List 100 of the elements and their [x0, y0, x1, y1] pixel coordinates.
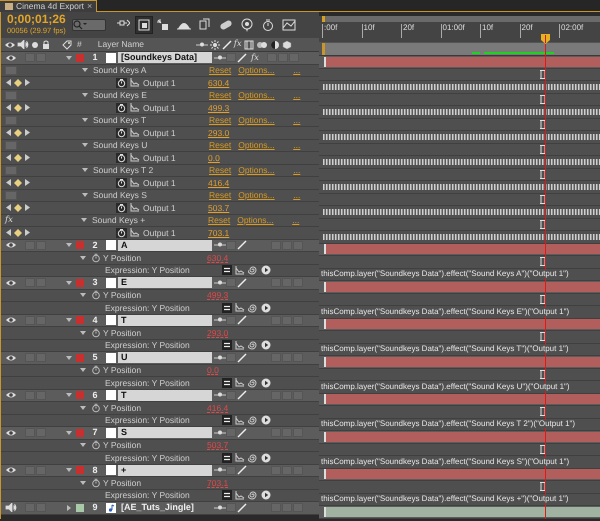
switch-box[interactable] [293, 353, 303, 362]
stopwatch-icon[interactable] [116, 178, 127, 188]
slash-icon[interactable] [237, 240, 247, 250]
switch-box[interactable] [271, 353, 281, 362]
graph-icon[interactable] [235, 453, 245, 462]
property-value[interactable]: 499.3 [208, 104, 230, 112]
switch-box[interactable] [293, 240, 303, 250]
graph-icon[interactable] [130, 78, 140, 88]
eye-icon[interactable] [5, 241, 17, 250]
caret-icon[interactable] [79, 367, 87, 374]
slash-icon[interactable] [222, 40, 232, 50]
switch-box[interactable] [293, 503, 303, 512]
close-icon[interactable]: × [87, 2, 92, 11]
switch-box[interactable] [25, 278, 35, 288]
play-circle-icon[interactable] [261, 340, 271, 350]
search-field[interactable] [72, 19, 106, 31]
spiral-icon[interactable] [248, 415, 258, 426]
reset-link[interactable]: Reset [209, 166, 232, 174]
graph-icon[interactable] [130, 178, 140, 188]
label-color-swatch[interactable] [76, 466, 84, 474]
keyframe-icon[interactable] [14, 178, 22, 187]
caret-icon[interactable] [81, 142, 89, 148]
speaker-icon[interactable] [17, 40, 29, 49]
graph-icon[interactable] [130, 128, 140, 138]
switch-box[interactable] [36, 466, 46, 475]
switch-box[interactable] [282, 316, 292, 325]
switch-box[interactable] [271, 390, 281, 400]
stopwatch-icon[interactable] [116, 78, 127, 88]
switch-box[interactable] [5, 190, 17, 200]
eye-icon[interactable] [4, 40, 16, 48]
switch-box[interactable] [36, 390, 46, 400]
expression-text[interactable]: thisComp.layer("Soundkeys Data").effect("Sound Keys U")("Output 1") [319, 382, 570, 391]
next-keyframe-icon[interactable] [25, 179, 30, 186]
options-link[interactable]: Options... [238, 191, 286, 200]
graph-icon[interactable] [235, 303, 245, 312]
play-circle-icon[interactable] [261, 302, 271, 313]
switch-box[interactable] [282, 390, 292, 400]
previous-keyframe-icon[interactable] [6, 179, 11, 186]
layer-name[interactable]: E [118, 277, 212, 288]
layer-name[interactable]: T [118, 314, 212, 326]
expression-enable-icon[interactable] [222, 452, 232, 463]
expression-text[interactable]: thisComp.layer("Soundkeys Data").effect("Sound Keys +")("Output 1") [319, 495, 568, 504]
layer-name[interactable]: + [118, 464, 212, 476]
caret-icon[interactable] [65, 354, 73, 361]
switch-box[interactable] [271, 503, 281, 512]
switch-box[interactable] [226, 278, 236, 288]
property-value[interactable]: 0.0 [207, 366, 219, 374]
layer-duration-bar[interactable] [324, 506, 600, 517]
reset-link[interactable]: Reset [209, 141, 232, 150]
caret-icon[interactable] [65, 317, 73, 324]
switch-box[interactable] [271, 278, 281, 288]
switch-box[interactable] [293, 428, 303, 438]
lock-icon[interactable] [42, 40, 50, 49]
play-circle-icon[interactable] [261, 452, 271, 463]
property-value[interactable]: 630.4 [207, 254, 228, 262]
play-circle-icon[interactable] [261, 415, 271, 426]
caret-icon[interactable] [65, 430, 73, 436]
caret-icon[interactable] [79, 442, 87, 448]
switch-box[interactable] [293, 390, 303, 400]
spiral-icon[interactable] [248, 302, 258, 313]
switch-box[interactable] [282, 278, 292, 288]
eye-icon[interactable] [5, 316, 17, 324]
half-circle-icon[interactable] [270, 40, 280, 50]
expression-text[interactable]: thisComp.layer("Soundkeys Data").effect("Sound Keys T")("Output 1") [319, 345, 569, 354]
sparkle-cube-icon[interactable] [156, 18, 170, 32]
caret-icon[interactable] [79, 480, 87, 486]
stopwatch-icon[interactable] [116, 228, 127, 238]
switch-box[interactable] [282, 353, 292, 362]
switch-box[interactable] [282, 428, 292, 438]
next-keyframe-icon[interactable] [25, 79, 30, 86]
next-keyframe-icon[interactable] [25, 154, 30, 162]
spiral-icon[interactable] [248, 452, 258, 463]
switch-box[interactable] [293, 278, 303, 288]
more-link[interactable]: ... [293, 191, 300, 200]
speaker-icon[interactable] [5, 503, 17, 512]
caret-icon[interactable] [65, 242, 73, 248]
previous-keyframe-icon[interactable] [6, 204, 11, 212]
switch-box[interactable] [36, 316, 46, 325]
switch-box[interactable] [278, 53, 288, 62]
caret-icon[interactable] [81, 92, 89, 98]
shy-icon[interactable] [214, 241, 226, 250]
switch-box[interactable] [5, 140, 17, 150]
expression-text[interactable]: thisComp.layer("Soundkeys Data").effect("Sound Keys S")("Output 1") [319, 458, 570, 466]
expression-text[interactable]: thisComp.layer("Soundkeys Data").effect("Sound Keys T 2")("Output 1") [319, 420, 576, 428]
spiral-icon[interactable] [248, 265, 258, 276]
layer-name[interactable]: [AE_Tuts_Jingle] [118, 502, 212, 514]
shy-icon[interactable] [214, 316, 226, 324]
shy-icon[interactable] [214, 466, 226, 474]
shy-icon[interactable] [214, 391, 226, 400]
graph-icon[interactable] [130, 153, 140, 162]
property-value[interactable]: 503.7 [207, 441, 228, 450]
reset-link[interactable]: Reset [208, 216, 230, 224]
slash-icon[interactable] [237, 502, 247, 513]
dot-icon[interactable] [31, 40, 39, 48]
layer-name[interactable]: [Soundkeys Data] [118, 52, 212, 64]
switch-box[interactable] [5, 116, 17, 125]
keyframe-icon[interactable] [14, 78, 22, 87]
timecode-display[interactable]: 0;00;01;26 [7, 13, 66, 26]
switch-box[interactable] [226, 503, 236, 512]
expression-enable-icon[interactable] [222, 490, 232, 500]
